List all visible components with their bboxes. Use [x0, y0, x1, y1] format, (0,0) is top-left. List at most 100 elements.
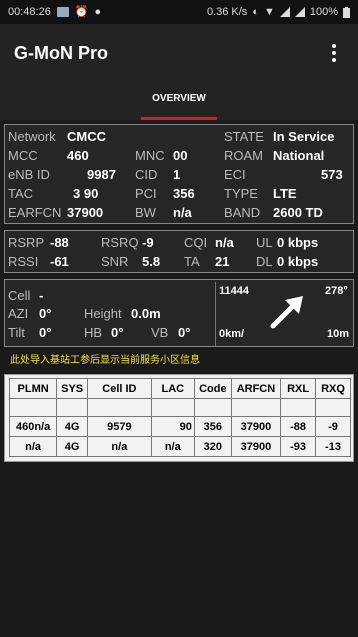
status-bar: 00:48:26 ⏰ ● 0.36 K/s ◐ ▼ 100% [0, 0, 358, 24]
band-value: 2600 TD [273, 205, 323, 220]
ta-value: 21 [215, 254, 230, 269]
table-cell: 37900 [230, 436, 282, 457]
tilt-label: Tilt [8, 325, 25, 340]
tab-overview[interactable]: OVERVIEW [141, 82, 217, 120]
ul-label: UL [256, 235, 273, 250]
site-panel: Cell - AZI 0° Height 0.0m Tilt 0° HB 0° … [4, 279, 354, 347]
network-value: CMCC [67, 129, 106, 144]
direction-arrow-icon [270, 296, 303, 329]
table-row: 460n/a 4G 9579 90 356 37900 -88 -9 [8, 416, 351, 437]
table-cell: n/a [87, 436, 152, 457]
app-bar: G-MoN Pro [0, 24, 358, 82]
location-icon: ● [94, 5, 102, 18]
band-label: BAND [224, 205, 261, 220]
type-value: LTE [273, 186, 297, 201]
bw-label: BW [135, 205, 156, 220]
col-cell-id: Cell ID [87, 378, 152, 399]
col-arfcn: ARFCN [230, 378, 282, 399]
site-id: 11444 [219, 285, 249, 297]
cell-value: - [39, 288, 44, 303]
dl-value: 0 kbps [277, 254, 319, 269]
table-cell: 4G [56, 436, 89, 457]
network-label: Network [8, 129, 56, 144]
table-cell: 37900 [230, 416, 282, 437]
tab-overview-label: OVERVIEW [152, 93, 206, 104]
table-header-row: PLMN SYS Cell ID LAC Code ARFCN RXL RXQ [8, 378, 351, 399]
table-cell: -9 [315, 416, 351, 437]
bw-value: n/a [173, 205, 192, 220]
hb-label: HB [84, 325, 103, 340]
hb-value: 0° [111, 325, 124, 340]
azi-label: AZI [8, 306, 29, 321]
mnc-label: MNC [135, 148, 165, 163]
signal-panel: RSRP -88 RSRQ -9 CQI n/a UL 0 kbps RSSI … [4, 230, 354, 273]
rsrp-value: -88 [50, 235, 69, 250]
pci-label: PCI [135, 186, 157, 201]
rsrq-label: RSRQ [101, 235, 139, 250]
table-cell: -13 [315, 436, 351, 457]
table-cell: 460n/a [8, 416, 58, 437]
site-divider [215, 282, 216, 346]
cid-value: 1 [173, 167, 181, 182]
roam-value: National [273, 148, 325, 163]
table-spacer-row [8, 398, 351, 417]
clock: 00:48:26 [8, 6, 51, 18]
gallery-icon [56, 7, 69, 17]
wifi-icon: ▼ [263, 5, 275, 18]
table-row: n/a 4G n/a n/a 320 37900 -93 -13 [8, 436, 351, 457]
snr-value: 5.8 [142, 254, 161, 269]
col-rxq: RXQ [315, 378, 351, 399]
distance-right: 10m [327, 328, 350, 340]
ta-label: TA [184, 254, 200, 269]
table-cell: n/a [8, 436, 58, 457]
snr-label: SNR [101, 254, 129, 269]
col-code: Code [193, 378, 232, 399]
enb-label: eNB ID [8, 167, 50, 182]
cell-label: Cell [8, 288, 31, 303]
tac-value: 3 90 [73, 186, 99, 201]
eci-value: 573 [321, 167, 343, 182]
state-value: In Service [273, 129, 335, 144]
table-cell: -93 [280, 436, 317, 457]
network-speed: 0.36 K/s [206, 6, 248, 18]
battery-icon [343, 6, 350, 18]
earfcn-label: EARFCN [8, 205, 62, 220]
app-title: G-MoN Pro [14, 42, 108, 63]
cqi-label: CQI [184, 235, 208, 250]
col-rxl: RXL [280, 378, 317, 399]
import-hint: 此处导入基站工参后显示当前服务小区信息 [10, 355, 200, 366]
tab-indicator [141, 117, 217, 120]
state-label: STATE [224, 129, 264, 144]
col-lac: LAC [150, 378, 195, 399]
table-cell: 9579 [87, 416, 152, 437]
earfcn-value: 37900 [67, 205, 104, 220]
table-cell: 320 [193, 436, 232, 457]
vb-label: VB [151, 325, 169, 340]
height-value: 0.0m [131, 306, 161, 321]
pci-value: 356 [173, 186, 195, 201]
cid-label: CID [135, 167, 158, 182]
enb-value: 9987 [87, 167, 116, 182]
rssi-value: -61 [50, 254, 69, 269]
mcc-value: 460 [67, 148, 89, 163]
ul-value: 0 kbps [277, 235, 319, 250]
tac-label: TAC [8, 186, 34, 201]
type-label: TYPE [224, 186, 258, 201]
vb-value: 0° [178, 325, 191, 340]
signal-icon-2 [294, 7, 305, 17]
distance-left: 0km/ [219, 328, 245, 340]
network-panel: Network CMCC STATE In Service MCC 460 MN… [4, 124, 354, 224]
tilt-value: 0° [39, 325, 52, 340]
battery-level: 100% [309, 6, 338, 18]
overflow-menu-icon[interactable] [324, 41, 344, 65]
col-sys: SYS [56, 378, 89, 399]
table-cell: 4G [56, 416, 89, 437]
tab-strip: OVERVIEW [0, 82, 358, 120]
cell-table: PLMN SYS Cell ID LAC Code ARFCN RXL RXQ … [8, 378, 351, 457]
cqi-value: n/a [215, 235, 234, 250]
table-cell: 356 [193, 416, 232, 437]
roam-label: ROAM [224, 148, 263, 163]
rsrq-value: -9 [142, 235, 154, 250]
col-plmn: PLMN [8, 378, 58, 399]
rssi-label: RSSI [8, 254, 39, 269]
